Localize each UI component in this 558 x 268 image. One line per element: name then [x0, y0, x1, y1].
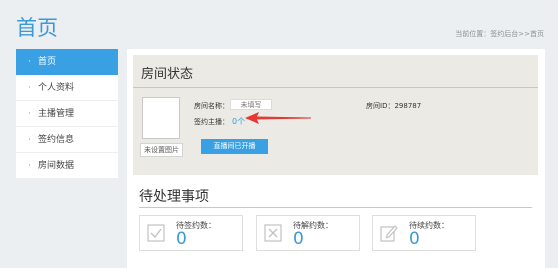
room-name-field[interactable]: 未填写: [230, 99, 272, 110]
sidebar-item-label: 个人资料: [38, 83, 75, 93]
room-status-panel: 房间状态 未设置图片 房间名称： 未填写 房间ID：298787 签约主播： 0…: [133, 55, 538, 175]
signed-anchor-label: 签约主播：: [194, 118, 229, 126]
bullet-icon: ·: [28, 135, 31, 145]
sidebar-item-label: 签约信息: [38, 135, 75, 145]
sidebar-item-label: 首页: [38, 57, 57, 67]
sidebar-item-home[interactable]: · 首页: [16, 49, 118, 75]
pending-tasks-title: 待处理事项: [139, 189, 209, 205]
checkbox-icon: [147, 224, 165, 242]
edit-icon: [380, 225, 398, 242]
pending-sign-count: 0: [176, 229, 187, 249]
pending-terminate-card[interactable]: 待解约数： 0: [256, 215, 360, 251]
bullet-icon: ·: [28, 57, 31, 67]
sidebar-item-label: 主播管理: [38, 109, 75, 119]
sidebar-item-room-data[interactable]: · 房间数据: [16, 153, 118, 179]
sidebar-item-anchor-management[interactable]: · 主播管理: [16, 101, 118, 127]
x-box-icon: [264, 224, 282, 242]
bullet-icon: ·: [28, 83, 31, 93]
sidebar-item-profile[interactable]: · 个人资料: [16, 75, 118, 101]
pending-renew-count: 0: [409, 229, 420, 249]
pending-sign-card[interactable]: 待签约数： 0: [139, 215, 243, 251]
main-content: 房间状态 未设置图片 房间名称： 未填写 房间ID：298787 签约主播： 0…: [127, 49, 545, 268]
annotation-arrow-icon: [245, 112, 311, 124]
room-id: 房间ID：298787: [366, 102, 422, 110]
pending-renew-card[interactable]: 待续约数： 0: [372, 215, 476, 251]
sidebar: · 首页 · 个人资料 · 主播管理 · 签约信息 · 房间数据: [16, 49, 118, 179]
page-title: 首页: [16, 16, 58, 40]
divider: [139, 207, 532, 208]
room-image-caption: 未设置图片: [140, 143, 183, 157]
sidebar-item-contract-info[interactable]: · 签约信息: [16, 127, 118, 153]
breadcrumb: 当前位置：签约后台>>首页: [455, 30, 544, 38]
room-name-label: 房间名称：: [194, 102, 229, 110]
bullet-icon: ·: [28, 109, 31, 119]
live-room-open-button[interactable]: 直播间已开播: [201, 139, 268, 154]
room-status-title: 房间状态: [141, 67, 194, 82]
divider: [133, 87, 538, 88]
bullet-icon: ·: [28, 161, 31, 171]
pending-terminate-count: 0: [293, 229, 304, 249]
sidebar-item-label: 房间数据: [38, 161, 75, 171]
room-image-placeholder[interactable]: [142, 97, 180, 139]
